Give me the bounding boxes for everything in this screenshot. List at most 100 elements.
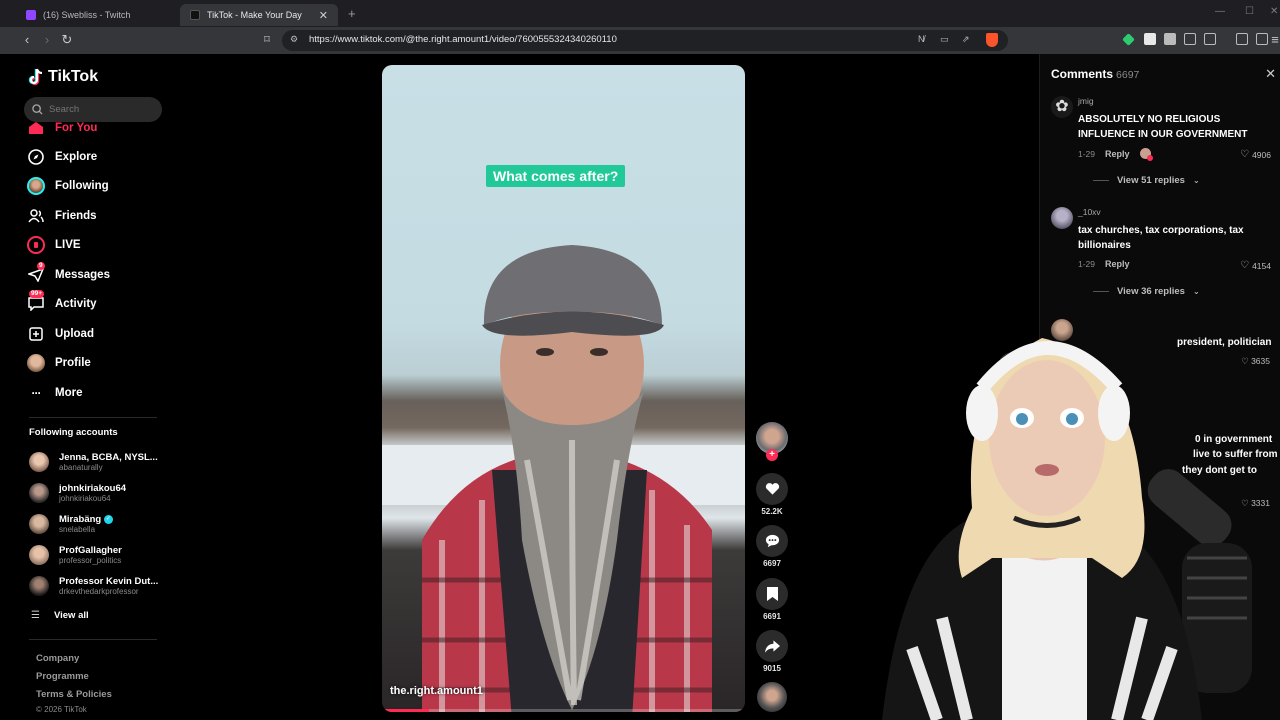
view-replies-button[interactable]: View 36 replies ⌄ <box>1093 286 1200 297</box>
video-username[interactable]: the.right.amount1 <box>390 685 483 697</box>
nav-friends[interactable]: Friends <box>27 206 97 226</box>
footer-programme[interactable]: Programme <box>36 671 89 682</box>
footer-company[interactable]: Company <box>36 653 79 664</box>
site-info-icon[interactable]: ⚙ <box>290 34 298 45</box>
brave-shield-icon[interactable] <box>986 33 998 47</box>
creator-liked-avatar <box>1139 148 1153 161</box>
account-handle: snelabella <box>59 525 96 534</box>
extension-green-icon[interactable] <box>1122 33 1135 46</box>
sound-avatar[interactable] <box>754 682 790 712</box>
bookmark-icon[interactable] <box>756 578 788 610</box>
chevron-down-icon: ⌄ <box>1192 287 1200 296</box>
minimize-icon[interactable]: — <box>1215 6 1225 17</box>
share-icon[interactable]: ⇗ <box>962 34 970 45</box>
media-icon[interactable] <box>1236 33 1248 45</box>
avatar[interactable]: ✿ <box>1051 96 1073 118</box>
like-count: 52.2K <box>761 507 783 516</box>
account-handle: drkevthedarkprofessor <box>59 587 139 596</box>
account-name-text: Mirabäng <box>59 514 102 525</box>
search-input[interactable] <box>49 104 149 115</box>
video-progress-bar[interactable] <box>382 709 745 712</box>
comment-meta: 1-29 Reply <box>1078 148 1153 161</box>
video-player[interactable]: What comes after? the.right.amount1 <box>382 65 745 712</box>
forward-icon[interactable]: › <box>38 31 56 49</box>
maximize-icon[interactable]: ☐ <box>1245 6 1254 17</box>
url-text: https://www.tiktok.com/@the.right.amount… <box>309 34 617 45</box>
close-comments-icon[interactable]: ✕ <box>1265 66 1276 82</box>
tiktok-logo[interactable]: TikTok <box>28 68 98 86</box>
heart-icon[interactable] <box>756 473 788 505</box>
comment-text: ABSOLUTELY NO RELIGIOUS INFLUENCE IN OUR… <box>1078 114 1248 140</box>
footer-terms[interactable]: Terms & Policies <box>36 689 112 700</box>
nav-following[interactable]: Following <box>27 176 109 196</box>
reply-button[interactable]: Reply <box>1105 259 1130 269</box>
view-all-label: View all <box>53 610 89 621</box>
share-icon[interactable] <box>756 630 788 662</box>
nav-explore[interactable]: Explore <box>27 147 97 167</box>
brand-name: TikTok <box>48 68 99 85</box>
like-action[interactable]: 52.2K <box>754 473 790 516</box>
twitch-icon <box>26 10 36 20</box>
close-window-icon[interactable]: ✕ <box>1270 6 1278 17</box>
comment-action[interactable]: 6697 <box>754 525 790 568</box>
account-item[interactable]: ProfGallagher professor_politics <box>29 545 122 565</box>
puzzle-icon[interactable] <box>1184 33 1196 45</box>
account-item[interactable]: Jenna, BCBA, NYSL... abanaturally <box>29 452 158 472</box>
nav-label: Friends <box>55 210 97 222</box>
address-bar[interactable]: ⚙ https://www.tiktok.com/@the.right.amou… <box>282 30 1008 51</box>
comment-count: 6697 <box>763 559 781 568</box>
account-item[interactable]: Mirabäng ✓ snelabella <box>29 514 113 534</box>
reload-icon[interactable]: ↻ <box>58 31 76 49</box>
nav-upload[interactable]: Upload <box>27 324 94 344</box>
new-tab-icon[interactable]: + <box>348 6 356 21</box>
view-all-accounts[interactable]: ☰ View all <box>31 610 89 621</box>
comment-date: 1-29 <box>1078 259 1096 269</box>
browser-tabstrip: (16) Swebliss - Twitch TikTok - Make You… <box>0 0 1280 27</box>
comment-meta: 1-29 Reply <box>1078 259 1130 269</box>
screenshot-icon[interactable] <box>1204 33 1216 45</box>
comment-icon[interactable] <box>756 525 788 557</box>
compass-icon <box>27 148 45 166</box>
account-item[interactable]: johnkiriakou64 johnkiriakou64 <box>29 483 126 503</box>
reply-line <box>1093 291 1109 292</box>
extension-square-icon[interactable] <box>1164 33 1176 45</box>
video-caption: What comes after? <box>486 165 626 187</box>
tab-twitch[interactable]: (16) Swebliss - Twitch <box>16 4 174 26</box>
nav-activity[interactable]: 99+ Activity <box>27 290 97 314</box>
cast-icon[interactable]: ▭ <box>940 34 949 45</box>
copyright: © 2026 TikTok <box>36 705 87 714</box>
close-tab-icon[interactable]: ✕ <box>319 9 328 22</box>
profile-avatar-icon <box>27 354 45 372</box>
comment-likes[interactable]: ♡ 4906 <box>1240 149 1271 160</box>
tab-title: (16) Swebliss - Twitch <box>43 10 131 20</box>
upload-icon <box>27 325 45 343</box>
reply-button[interactable]: Reply <box>1105 149 1130 159</box>
reader-off-icon[interactable]: N̸ <box>918 34 925 44</box>
extension-m-icon[interactable] <box>1144 33 1156 45</box>
nav-label: Explore <box>55 151 98 163</box>
back-icon[interactable]: ‹ <box>18 31 36 49</box>
view-replies-label: View 36 replies <box>1117 286 1185 297</box>
comment-username[interactable]: _10xv <box>1078 207 1101 217</box>
nav-more[interactable]: ··· More <box>27 383 83 403</box>
share-action[interactable]: 9015 <box>754 630 790 673</box>
tab-title: TikTok - Make Your Day <box>207 10 302 20</box>
sidebar-toggle-icon[interactable] <box>1256 33 1268 45</box>
nav-messages[interactable]: 9 Messages <box>27 262 110 285</box>
comment-username[interactable]: jmig <box>1078 96 1094 106</box>
tab-tiktok[interactable]: TikTok - Make Your Day ✕ <box>180 4 338 26</box>
nav-profile[interactable]: Profile <box>27 353 91 373</box>
avatar[interactable] <box>1051 207 1073 229</box>
nav-live[interactable]: LIVE <box>27 235 81 255</box>
menu-icon[interactable]: ≡ <box>1270 31 1280 49</box>
save-action[interactable]: 6691 <box>754 578 790 621</box>
browser-toolbar: ‹ › ↻ ⌑ ⚙ https://www.tiktok.com/@the.ri… <box>0 27 1280 54</box>
account-item[interactable]: Professor Kevin Dut... drkevthedarkprofes… <box>29 576 158 596</box>
view-replies-button[interactable]: View 51 replies ⌄ <box>1093 175 1200 186</box>
nav-for-you[interactable]: For You <box>27 118 97 138</box>
comment-likes[interactable]: ♡ 4154 <box>1240 260 1271 271</box>
follow-plus-icon[interactable]: + <box>766 449 778 461</box>
bookmark-icon[interactable]: ⌑ <box>258 31 276 49</box>
verified-icon: ✓ <box>103 514 113 524</box>
messages-icon: 9 <box>27 262 45 284</box>
